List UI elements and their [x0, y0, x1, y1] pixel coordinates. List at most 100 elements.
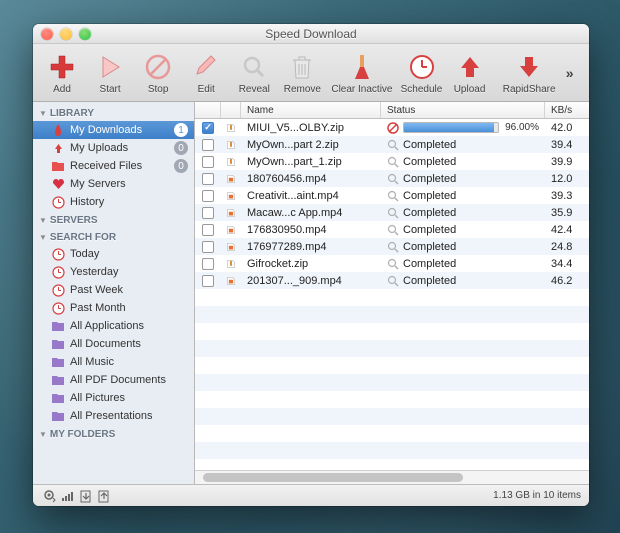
kbs-value: 39.9: [545, 156, 589, 168]
import-button[interactable]: [77, 488, 95, 504]
table-row[interactable]: MIUI_V5...OLBY.zip96.00%42.0: [195, 119, 589, 136]
titlebar[interactable]: Speed Download: [33, 24, 589, 44]
sidebar-item[interactable]: Today: [33, 245, 194, 263]
sidebar-item[interactable]: All Documents: [33, 335, 194, 353]
edit-button[interactable]: Edit: [183, 51, 229, 95]
table-row[interactable]: 176830950.mp4Completed42.4: [195, 221, 589, 238]
sidebar-item[interactable]: All Pictures: [33, 389, 194, 407]
table-row[interactable]: [195, 289, 589, 306]
signal-button[interactable]: [59, 488, 77, 504]
table-row[interactable]: [195, 391, 589, 408]
table-row[interactable]: 201307..._909.mp4Completed46.2: [195, 272, 589, 289]
sidebar-item[interactable]: My Servers: [33, 175, 194, 193]
sidebar-item[interactable]: Yesterday: [33, 263, 194, 281]
magnifier-icon[interactable]: [387, 139, 399, 151]
settings-gear-button[interactable]: [41, 488, 59, 504]
table-row[interactable]: [195, 357, 589, 374]
row-checkbox[interactable]: [202, 156, 214, 168]
row-checkbox[interactable]: [202, 275, 214, 287]
sidebar-item-label: All Pictures: [70, 392, 125, 404]
column-status[interactable]: Status: [381, 102, 545, 118]
row-checkbox[interactable]: [202, 139, 214, 151]
magnifier-icon[interactable]: [387, 241, 399, 253]
row-checkbox[interactable]: [202, 241, 214, 253]
sidebar-item[interactable]: Received Files0: [33, 157, 194, 175]
export-button[interactable]: [95, 488, 113, 504]
file-type-icon: [221, 155, 241, 169]
close-button[interactable]: [41, 28, 53, 40]
file-list[interactable]: MIUI_V5...OLBY.zip96.00%42.0MyOwn...part…: [195, 119, 589, 470]
table-row[interactable]: Macaw...c App.mp4Completed35.9: [195, 204, 589, 221]
toolbar: Add Start Stop Edit Reveal: [33, 44, 589, 102]
table-row[interactable]: MyOwn...part_1.zipCompleted39.9: [195, 153, 589, 170]
table-row[interactable]: Creativit...aint.mp4Completed39.3: [195, 187, 589, 204]
schedule-button[interactable]: Schedule: [398, 51, 444, 95]
table-row[interactable]: [195, 374, 589, 391]
remove-button[interactable]: Remove: [279, 51, 325, 95]
status-text: Completed: [403, 173, 456, 185]
sidebar-item-label: All Applications: [70, 320, 144, 332]
file-name: Creativit...aint.mp4: [241, 190, 381, 202]
toolbar-overflow-button[interactable]: »: [566, 64, 583, 82]
maximize-button[interactable]: [79, 28, 91, 40]
magnifier-icon[interactable]: [387, 207, 399, 219]
sidebar-section-header[interactable]: ▼LIBRARY: [33, 104, 194, 121]
reveal-button[interactable]: Reveal: [231, 51, 277, 95]
sidebar-item[interactable]: History: [33, 193, 194, 211]
sidebar-item[interactable]: My Downloads1: [33, 121, 194, 139]
table-row[interactable]: [195, 425, 589, 442]
sidebar-item[interactable]: All Music: [33, 353, 194, 371]
magnifier-icon[interactable]: [387, 173, 399, 185]
magnifier-icon[interactable]: [387, 258, 399, 270]
sidebar-section-header[interactable]: ▼SEARCH FOR: [33, 228, 194, 245]
row-checkbox[interactable]: [202, 258, 214, 270]
kbs-value: 35.9: [545, 207, 589, 219]
table-row[interactable]: [195, 340, 589, 357]
row-checkbox[interactable]: [202, 173, 214, 185]
magnifier-icon[interactable]: [387, 275, 399, 287]
column-name[interactable]: Name: [241, 102, 381, 118]
start-button[interactable]: Start: [87, 51, 133, 95]
horizontal-scrollbar[interactable]: [195, 470, 589, 484]
magnifier-icon[interactable]: [387, 156, 399, 168]
stop-button[interactable]: Stop: [135, 51, 181, 95]
table-row[interactable]: [195, 408, 589, 425]
table-row[interactable]: 176977289.mp4Completed24.8: [195, 238, 589, 255]
table-row[interactable]: Gifrocket.zipCompleted34.4: [195, 255, 589, 272]
table-row[interactable]: [195, 306, 589, 323]
table-row[interactable]: 180760456.mp4Completed12.0: [195, 170, 589, 187]
cancel-icon[interactable]: [387, 122, 399, 134]
sidebar-item[interactable]: Past Week: [33, 281, 194, 299]
window-title: Speed Download: [33, 27, 589, 41]
column-kbs[interactable]: KB/s: [545, 102, 589, 118]
sidebar-section-header[interactable]: ▼SERVERS: [33, 211, 194, 228]
column-icon[interactable]: [221, 102, 241, 118]
table-row[interactable]: [195, 442, 589, 459]
table-row[interactable]: [195, 323, 589, 340]
table-row[interactable]: MyOwn...part 2.zipCompleted39.4: [195, 136, 589, 153]
add-button[interactable]: Add: [39, 51, 85, 95]
row-checkbox[interactable]: [202, 190, 214, 202]
file-name: Macaw...c App.mp4: [241, 207, 381, 219]
table-row[interactable]: [195, 459, 589, 470]
sidebar-item[interactable]: All PDF Documents: [33, 371, 194, 389]
sidebar-item[interactable]: My Uploads0: [33, 139, 194, 157]
clear-inactive-button[interactable]: Clear Inactive: [327, 51, 396, 95]
upload-button[interactable]: Upload: [447, 51, 493, 95]
minimize-button[interactable]: [60, 28, 72, 40]
statusbar: 1.13 GB in 10 items: [33, 484, 589, 506]
file-type-icon: [221, 223, 241, 237]
sidebar-item[interactable]: All Applications: [33, 317, 194, 335]
rapidshare-button[interactable]: RapidShare: [495, 51, 564, 95]
magnifier-icon[interactable]: [387, 190, 399, 202]
scrollbar-thumb[interactable]: [203, 473, 463, 482]
sidebar-item[interactable]: All Presentations: [33, 407, 194, 425]
column-checkbox[interactable]: [195, 102, 221, 118]
row-checkbox[interactable]: [202, 207, 214, 219]
row-checkbox[interactable]: [202, 122, 214, 134]
row-checkbox[interactable]: [202, 224, 214, 236]
disclosure-triangle-icon: ▼: [39, 233, 47, 242]
sidebar-item[interactable]: Past Month: [33, 299, 194, 317]
sidebar-section-header[interactable]: ▼MY FOLDERS: [33, 425, 194, 442]
magnifier-icon[interactable]: [387, 224, 399, 236]
